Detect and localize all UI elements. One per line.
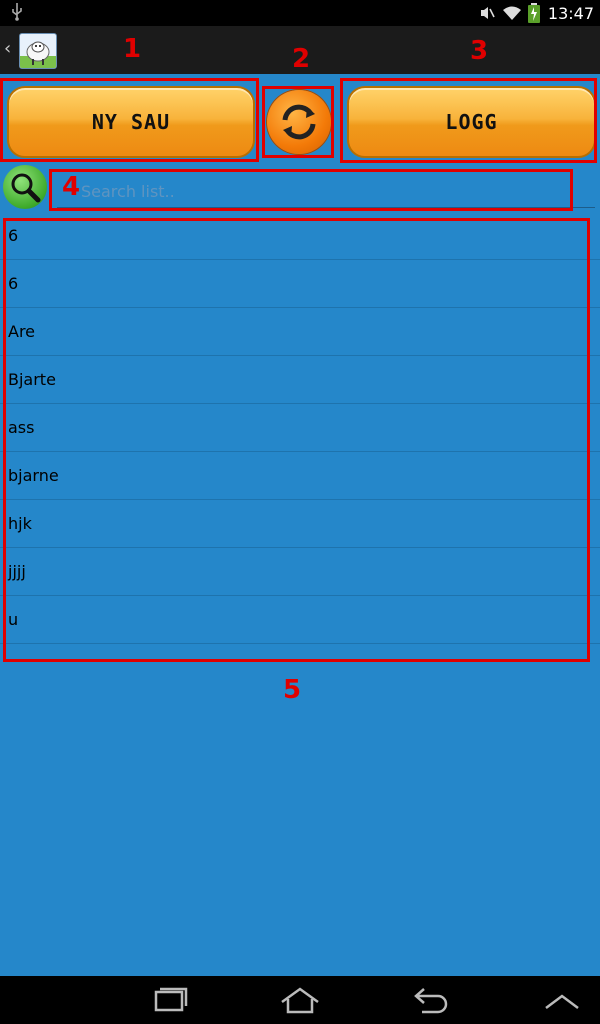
search-icon[interactable]: [3, 165, 47, 209]
list-item[interactable]: jjjj: [0, 548, 600, 596]
status-icons: 13:47: [478, 2, 594, 24]
annotation-number-1: 1: [123, 34, 142, 64]
new-sheep-button[interactable]: NY SAU: [7, 86, 255, 158]
list-item-label: ass: [8, 418, 35, 437]
battery-icon: [527, 3, 540, 23]
log-label: LOGG: [445, 110, 498, 134]
search-input[interactable]: [57, 175, 595, 207]
status-bar: 13:47: [0, 0, 600, 26]
list-item[interactable]: 6: [0, 260, 600, 308]
list-item[interactable]: 6: [0, 212, 600, 260]
navigation-bar: [0, 976, 600, 1024]
list-item-label: hjk: [8, 514, 32, 533]
home-icon[interactable]: [278, 986, 322, 1014]
list-item-label: 6: [8, 226, 19, 245]
list-item-label: u: [8, 610, 19, 629]
up-navigation-icon[interactable]: ‹: [4, 36, 14, 62]
list-item[interactable]: Bjarte: [0, 356, 600, 404]
sheep-app-icon[interactable]: [19, 33, 57, 69]
list-item[interactable]: bjarne: [0, 452, 600, 500]
list-item[interactable]: u: [0, 596, 600, 644]
refresh-button[interactable]: [267, 90, 331, 154]
annotation-number-2: 2: [292, 44, 311, 74]
list-item-label: Are: [8, 322, 36, 341]
mute-icon: [480, 7, 495, 19]
list-item-label: Bjarte: [8, 370, 56, 389]
list-item[interactable]: Are: [0, 308, 600, 356]
sheep-list: 6 6 Are Bjarte ass bjarne hjk jjjj u: [0, 212, 600, 644]
new-sheep-label: NY SAU: [91, 110, 171, 134]
list-item-label: jjjj: [8, 562, 26, 581]
annotation-number-4: 4: [62, 172, 81, 202]
list-item-label: bjarne: [8, 466, 59, 485]
list-item-label: 6: [8, 274, 19, 293]
log-button[interactable]: LOGG: [347, 86, 596, 158]
wifi-icon: [502, 6, 521, 20]
back-icon[interactable]: [408, 986, 452, 1014]
annotation-number-3: 3: [470, 36, 489, 66]
usb-icon: [12, 3, 22, 21]
recent-apps-icon[interactable]: [148, 986, 192, 1014]
search-field[interactable]: [57, 175, 595, 208]
clock: 13:47: [547, 3, 594, 23]
annotation-number-5: 5: [283, 675, 302, 705]
up-icon[interactable]: [540, 986, 584, 1014]
list-item[interactable]: hjk: [0, 500, 600, 548]
list-item[interactable]: ass: [0, 404, 600, 452]
refresh-icon: [282, 104, 316, 140]
